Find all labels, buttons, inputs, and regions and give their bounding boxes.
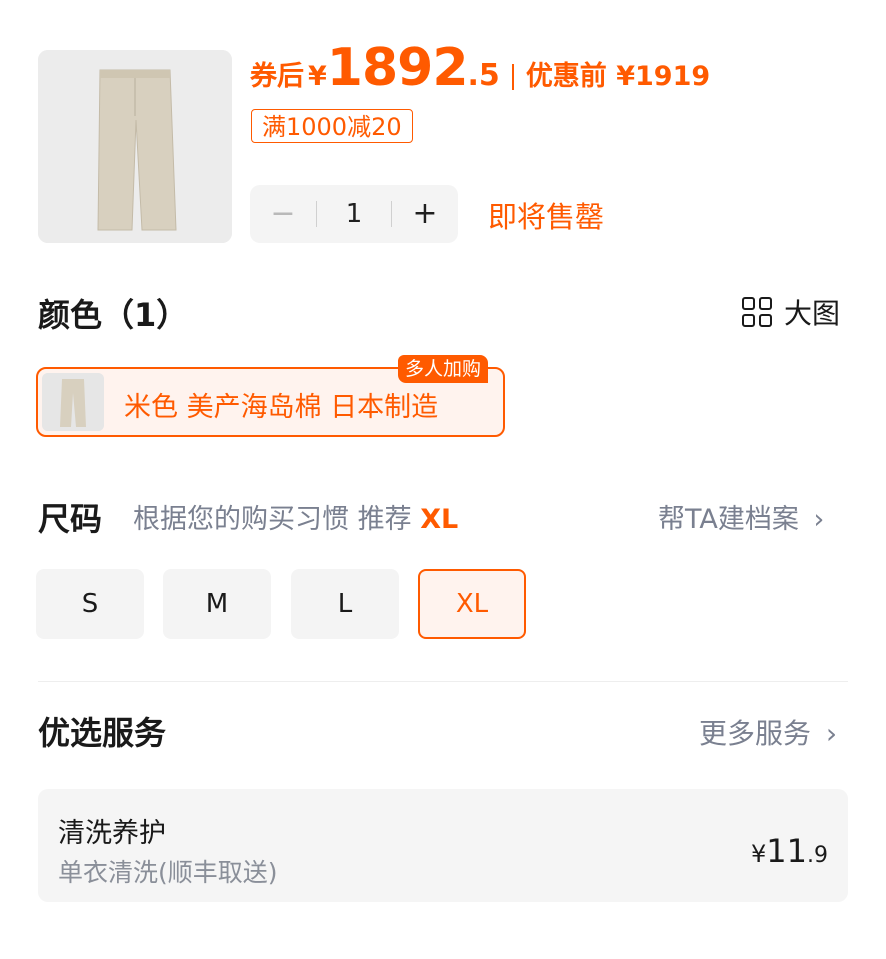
original-price: 优惠前 ¥1919 [525,61,711,92]
price-integer: 1892 [326,38,469,98]
color-thumbnail [42,373,104,431]
big-image-toggle[interactable]: 大图 [742,292,840,332]
stock-status: 即将售罄 [488,200,605,234]
more-services-label: 更多服务 [699,717,812,750]
size-option-l[interactable]: L [291,569,399,639]
service-price: ¥11.9 [751,832,828,870]
price-line: 券后 ¥ 1892 .5 优惠前 ¥1919 [250,38,710,108]
increase-button[interactable]: + [392,185,458,243]
size-hint: 根据您的购买习惯 推荐 XL [133,497,458,536]
service-price-integer: 11 [766,832,807,870]
section-divider [38,681,848,682]
chevron-right-icon: › [825,717,838,750]
size-hint-text: 根据您的购买习惯 推荐 [133,504,412,535]
coupon-badge[interactable]: 满1000减20 [251,109,413,143]
archive-link-label: 帮TA建档案 [658,504,799,535]
chevron-right-icon: › [813,504,825,535]
size-option-xl[interactable]: XL [418,569,526,639]
price-decimal: .5 [467,58,500,93]
product-image[interactable] [38,50,232,243]
service-price-currency: ¥ [751,840,767,868]
price-prefix: 券后 [250,61,304,92]
service-card[interactable]: 清洗养护 单衣清洗(顺丰取送) ¥11.9 [38,789,848,902]
quantity-value[interactable]: 1 [317,199,391,229]
size-option-s[interactable]: S [36,569,144,639]
jeans-thumb-icon [42,373,104,431]
price-separator [511,64,514,90]
jeans-image [38,50,232,243]
more-services-link[interactable]: 更多服务 › [699,712,837,752]
decrease-button[interactable]: − [250,185,316,243]
hot-tag: 多人加购 [398,355,489,383]
big-image-label: 大图 [784,297,841,330]
color-section-title: 颜色（1） [38,296,189,334]
quantity-stepper: − 1 + [250,185,458,243]
service-price-decimal: .9 [807,843,828,868]
service-name: 清洗养护 [58,818,166,849]
size-section-title: 尺码 [38,500,103,538]
service-description: 单衣清洗(顺丰取送) [58,858,278,887]
recommended-size: XL [420,504,459,535]
archive-link[interactable]: 帮TA建档案 › [658,497,824,536]
color-option-label: 米色 美产海岛棉 日本制造 [124,392,439,423]
size-option-m[interactable]: M [163,569,271,639]
services-section-title: 优选服务 [38,714,167,752]
grid-icon [742,297,772,327]
price-currency: ¥ [308,61,327,92]
